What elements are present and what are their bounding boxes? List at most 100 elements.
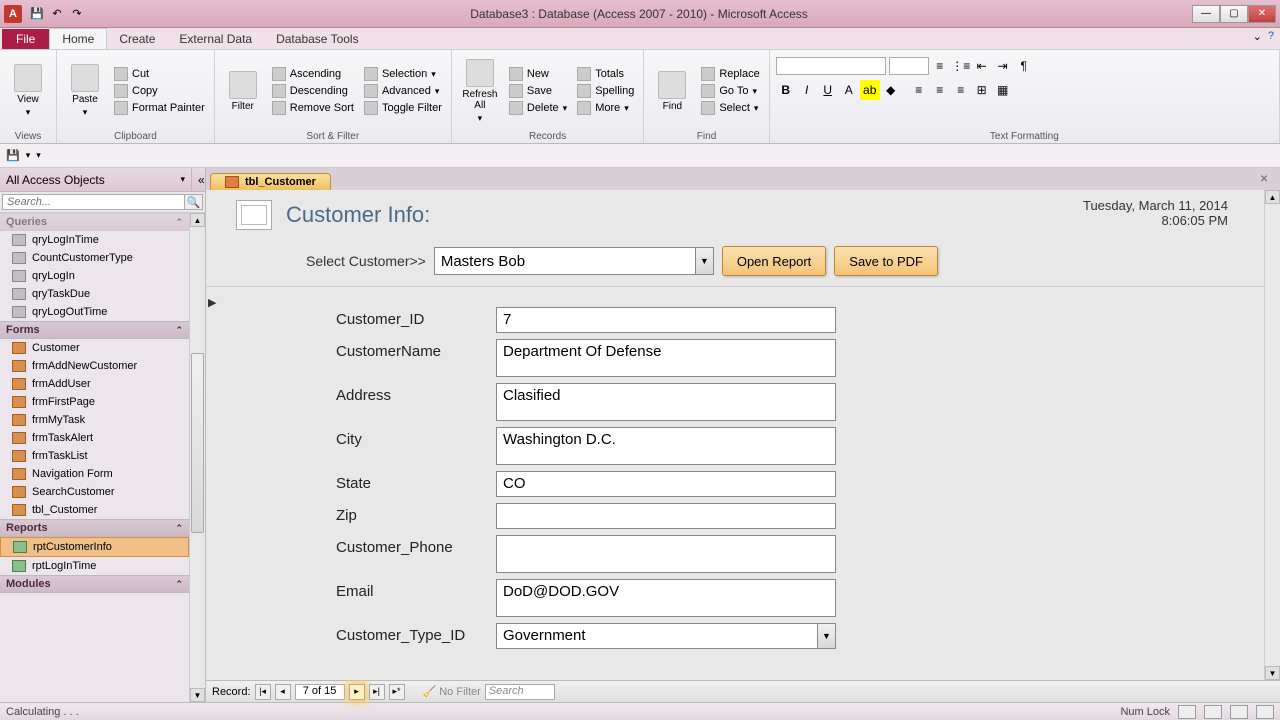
form-view-button[interactable]: [1178, 705, 1196, 719]
select-button[interactable]: Select ▾: [698, 100, 762, 116]
nav-group-forms[interactable]: Forms⌃: [0, 321, 189, 339]
first-record-button[interactable]: |◂: [255, 684, 271, 700]
undo-icon[interactable]: ↶: [48, 5, 66, 23]
nav-item-report[interactable]: rptCustomerInfo: [0, 537, 189, 557]
prev-record-button[interactable]: ◂: [275, 684, 291, 700]
tab-home[interactable]: Home: [49, 28, 107, 49]
dropdown-icon[interactable]: ▼: [817, 624, 835, 648]
nav-item-form[interactable]: Navigation Form: [0, 465, 189, 483]
layout-view-button[interactable]: [1230, 705, 1248, 719]
find-button[interactable]: Find: [650, 57, 694, 125]
totals-button[interactable]: Totals: [574, 66, 637, 82]
nav-scrollbar[interactable]: ▲ ▼: [189, 213, 205, 702]
nav-collapse-button[interactable]: «: [191, 168, 205, 192]
filter-indicator[interactable]: 🧹No Filter: [423, 685, 481, 698]
italic-button[interactable]: I: [797, 80, 817, 100]
align-center-button[interactable]: ≡: [930, 80, 950, 100]
zip-input[interactable]: [496, 503, 836, 529]
remove-sort-button[interactable]: Remove Sort: [269, 100, 357, 116]
descending-button[interactable]: Descending: [269, 83, 357, 99]
nav-item-form[interactable]: frmTaskList: [0, 447, 189, 465]
minimize-ribbon-icon[interactable]: ⌄: [1253, 30, 1262, 43]
record-position[interactable]: 7 of 15: [295, 684, 345, 700]
nav-item-form[interactable]: frmAddUser: [0, 375, 189, 393]
minimize-button[interactable]: —: [1192, 5, 1220, 23]
save-icon[interactable]: 💾: [28, 5, 46, 23]
toolbar-dropdown2-icon[interactable]: ▾: [36, 150, 41, 161]
customer-name-input[interactable]: Department Of Defense: [496, 339, 836, 377]
new-button[interactable]: New: [506, 66, 570, 82]
more-button[interactable]: More ▾: [574, 100, 637, 116]
nav-item-form[interactable]: frmMyTask: [0, 411, 189, 429]
nav-header[interactable]: All Access Objects ▾: [0, 168, 191, 192]
form-scrollbar[interactable]: ▲ ▼: [1264, 190, 1280, 680]
datasheet-view-button[interactable]: [1204, 705, 1222, 719]
increase-indent-icon[interactable]: ⇥: [993, 56, 1013, 76]
tab-external-data[interactable]: External Data: [167, 29, 264, 49]
filter-button[interactable]: Filter: [221, 57, 265, 125]
nav-item-form[interactable]: frmAddNewCustomer: [0, 357, 189, 375]
view-button[interactable]: View▾: [6, 57, 50, 125]
last-record-button[interactable]: ▸|: [369, 684, 385, 700]
tab-database-tools[interactable]: Database Tools: [264, 29, 371, 49]
nav-item-query[interactable]: CountCustomerType: [0, 249, 189, 267]
nav-item-query[interactable]: qryTaskDue: [0, 285, 189, 303]
help-icon[interactable]: ?: [1268, 30, 1274, 43]
nav-item-form[interactable]: Customer: [0, 339, 189, 357]
maximize-button[interactable]: ▢: [1220, 5, 1248, 23]
nav-search-button[interactable]: 🔍: [185, 194, 203, 210]
close-document-button[interactable]: ×: [1260, 170, 1276, 186]
save-icon[interactable]: 💾: [6, 149, 20, 162]
format-painter-button[interactable]: Format Painter: [111, 100, 208, 116]
ascending-button[interactable]: Ascending: [269, 66, 357, 82]
nav-item-form[interactable]: frmTaskAlert: [0, 429, 189, 447]
replace-button[interactable]: Replace: [698, 66, 762, 82]
save-record-button[interactable]: Save: [506, 83, 570, 99]
file-tab[interactable]: File: [2, 29, 49, 49]
refresh-all-button[interactable]: Refresh All▾: [458, 57, 502, 125]
font-size-combo[interactable]: [889, 57, 929, 75]
underline-button[interactable]: U: [818, 80, 838, 100]
dropdown-icon[interactable]: ▼: [695, 248, 713, 274]
toggle-filter-button[interactable]: Toggle Filter: [361, 100, 445, 116]
toolbar-dropdown-icon[interactable]: ▾: [26, 150, 31, 161]
document-tab[interactable]: tbl_Customer: [210, 173, 331, 190]
align-left-button[interactable]: ≡: [909, 80, 929, 100]
delete-button[interactable]: Delete ▾: [506, 100, 570, 116]
cut-button[interactable]: Cut: [111, 66, 208, 82]
gridlines-button[interactable]: ⊞: [972, 80, 992, 100]
email-input[interactable]: DoD@DOD.GOV: [496, 579, 836, 617]
open-report-button[interactable]: Open Report: [722, 246, 826, 276]
spelling-button[interactable]: Spelling: [574, 83, 637, 99]
advanced-button[interactable]: Advanced ▾: [361, 83, 445, 99]
close-button[interactable]: ✕: [1248, 5, 1276, 23]
redo-icon[interactable]: ↷: [68, 5, 86, 23]
scroll-down-icon[interactable]: ▼: [1265, 666, 1280, 680]
nav-item-query[interactable]: qryLogInTime: [0, 231, 189, 249]
bold-button[interactable]: B: [776, 80, 796, 100]
nav-item-form[interactable]: tbl_Customer: [0, 501, 189, 519]
decrease-indent-icon[interactable]: ⇤: [972, 56, 992, 76]
nav-search-input[interactable]: [2, 194, 185, 210]
record-selector-icon[interactable]: ▶: [208, 296, 222, 310]
selection-button[interactable]: Selection ▾: [361, 66, 445, 82]
nav-group-reports[interactable]: Reports⌃: [0, 519, 189, 537]
scroll-thumb[interactable]: [191, 353, 204, 533]
alt-row-color-button[interactable]: ▦: [993, 80, 1013, 100]
goto-button[interactable]: Go To ▾: [698, 83, 762, 99]
font-name-combo[interactable]: [776, 57, 886, 75]
select-customer-combo[interactable]: Masters Bob ▼: [434, 247, 714, 275]
fill-color-button[interactable]: ◆: [881, 80, 901, 100]
ltr-icon[interactable]: ¶: [1014, 56, 1034, 76]
nav-header-dropdown-icon[interactable]: ▾: [180, 174, 185, 185]
nav-item-form[interactable]: SearchCustomer: [0, 483, 189, 501]
nav-item-form[interactable]: frmFirstPage: [0, 393, 189, 411]
customer-type-combo[interactable]: Government▼: [496, 623, 836, 649]
scroll-up-icon[interactable]: ▲: [190, 213, 205, 227]
phone-input[interactable]: [496, 535, 836, 573]
design-view-button[interactable]: [1256, 705, 1274, 719]
customer-id-input[interactable]: 7: [496, 307, 836, 333]
state-input[interactable]: CO: [496, 471, 836, 497]
address-input[interactable]: Clasified: [496, 383, 836, 421]
nav-item-query[interactable]: qryLogIn: [0, 267, 189, 285]
